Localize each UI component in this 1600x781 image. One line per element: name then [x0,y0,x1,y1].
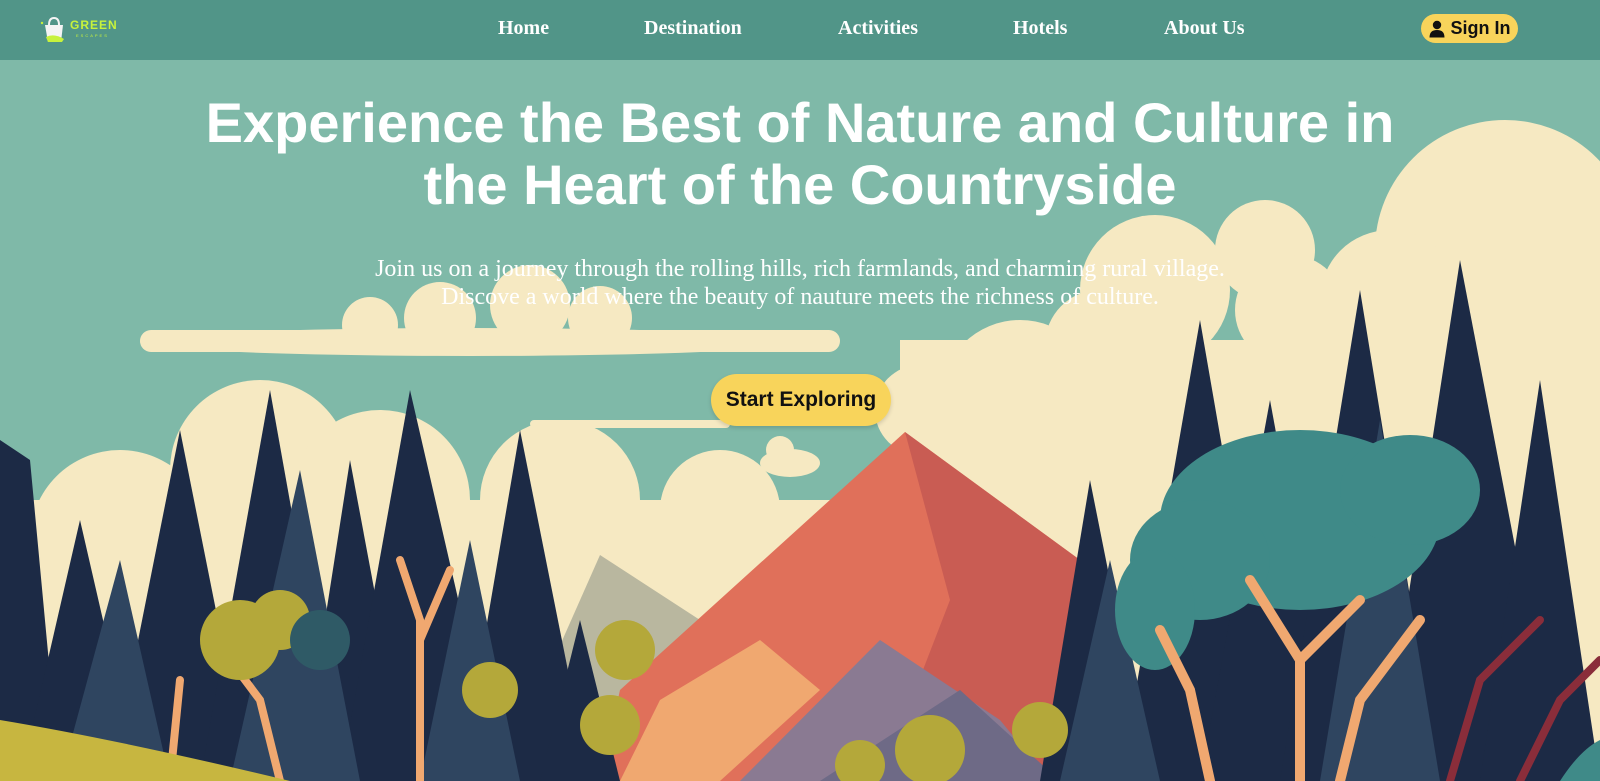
brand-tagline: ESCAPES [76,33,109,38]
sign-in-button[interactable]: Sign In [1421,14,1518,43]
navbar: GREEN ESCAPES Home Destination Activitie… [0,0,1600,60]
brand-name: GREEN [70,18,118,32]
nav-hotels[interactable]: Hotels [1013,17,1067,40]
hero-headline: Experience the Best of Nature and Cultur… [205,91,1395,216]
nav-activities[interactable]: Activities [838,17,918,40]
nav-home[interactable]: Home [498,17,549,40]
hero-section: Experience the Best of Nature and Cultur… [0,60,1600,781]
user-icon [1429,20,1444,37]
start-exploring-button[interactable]: Start Exploring [711,374,891,426]
sign-in-label: Sign In [1450,18,1511,38]
shopping-bag-icon [40,16,64,42]
hero-subtext-line-1: Join us on a journey through the rolling… [375,256,1225,282]
hero-subtext-line-2: Discove a world where the beauty of naut… [441,284,1159,310]
nav-destination[interactable]: Destination [644,17,742,40]
hero-subtext: Join us on a journey through the rolling… [250,255,1350,311]
nav-about-us[interactable]: About Us [1164,17,1245,40]
brand-logo[interactable]: GREEN ESCAPES [40,14,124,46]
